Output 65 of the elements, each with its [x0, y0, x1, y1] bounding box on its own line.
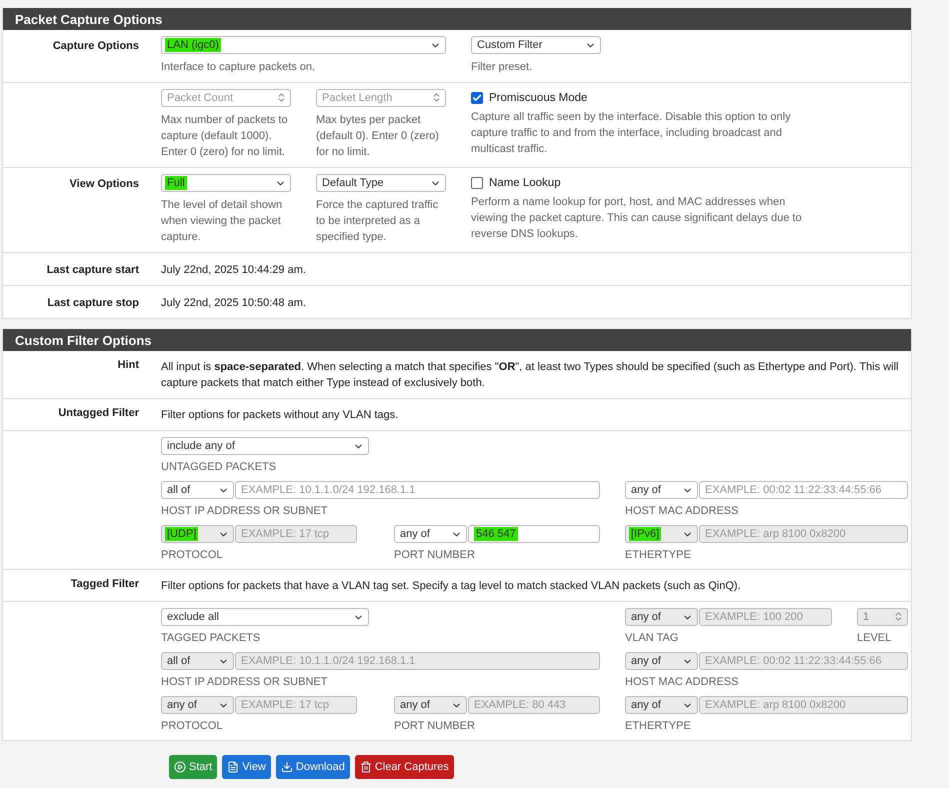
field-caption: HOST MAC ADDRESS	[625, 505, 740, 517]
row-label: Tagged Filter	[70, 577, 140, 592]
row-label: Last capture start	[46, 263, 140, 276]
field-caption: PORT NUMBER	[394, 549, 476, 561]
field-caption: ETHERTYPE	[625, 549, 692, 561]
filter-preset-dropdown[interactable]: Custom Filter	[471, 36, 601, 54]
row-label: Last capture stop	[46, 296, 140, 309]
field-caption: HOST IP ADDRESS OR SUBNET	[161, 505, 328, 517]
help-text: Interface to capture packets on.	[161, 60, 316, 75]
view-button[interactable]: View	[222, 755, 271, 779]
type-dropdown[interactable]: Default Type	[316, 174, 446, 192]
field-caption: PROTOCOL	[161, 549, 224, 561]
row-value: July 22nd, 2025 10:44:29 am.	[161, 263, 307, 276]
help-text: Perform a name lookup for port, host, and MAC addresses when viewing the packet capture. This can cause significant delays due to reverse DNS lookups.	[471, 195, 803, 242]
checkbox-label: Name Lookup	[489, 177, 561, 189]
play-icon	[174, 761, 186, 773]
download-button[interactable]: Download	[276, 755, 350, 779]
field-caption: TAGGED PACKETS	[161, 632, 262, 644]
section-description: Filter options for packets that have a VLAN tag set. Specify a tag level to match stacked VLAN packets (such as QinQ).	[161, 579, 742, 594]
field-caption: LEVEL	[857, 632, 892, 644]
row-label: Hint	[116, 358, 140, 373]
interface-dropdown[interactable]: LAN (igc0)	[161, 36, 446, 54]
checkbox-label: Promiscuous Mode	[489, 92, 588, 104]
field-caption: UNTAGGED PACKETS	[161, 461, 278, 473]
port-field[interactable]: 546 547	[468, 525, 600, 543]
section-description: Filter options for packets without any VLAN tags.	[161, 408, 400, 423]
field-caption: PORT NUMBER	[394, 720, 476, 732]
clear-button[interactable]: Clear Captures	[354, 755, 454, 779]
packets-dropdown[interactable]: include any of	[161, 437, 369, 455]
help-text: Capture all traffic seen by the interface. Disable this option to only capture traffic to and from the interface, including broadcast and multicast traffic.	[471, 110, 792, 157]
help-text: Max number of packets to capture (default 1000). Enter 0 (zero) for no limit.	[161, 113, 289, 160]
mac-address-field[interactable]: EXAMPLE: 00:02 11:22:33:44:55:66	[699, 481, 908, 499]
panel-title: Custom Filter Options	[3, 329, 911, 351]
help-text: The level of detail shown when viewing the packet capture.	[161, 198, 284, 245]
download-icon	[280, 761, 293, 773]
match-dropdown[interactable]: any of	[625, 481, 698, 499]
number-field[interactable]: Packet Length	[316, 89, 446, 107]
host-address-field[interactable]: EXAMPLE: 10.1.1.0/24 192.168.1.1	[235, 481, 600, 499]
match-dropdown[interactable]: any of	[394, 525, 467, 543]
row-label: Untagged Filter	[57, 406, 140, 421]
row-label: Capture Options	[52, 39, 140, 54]
number-field[interactable]: Packet Count	[161, 89, 291, 107]
trash-icon	[360, 761, 372, 773]
field-caption: ETHERTYPE	[625, 720, 692, 732]
spinner-icon	[431, 92, 442, 103]
help-text: Force the captured traffic to be interpreted as a specified type.	[316, 198, 440, 245]
field-caption: HOST IP ADDRESS OR SUBNET	[161, 676, 328, 688]
field-caption: HOST MAC ADDRESS	[625, 676, 740, 688]
help-text: Max bytes per packet (default 0). Enter 0 (zero) for no limit.	[316, 113, 440, 160]
checkbox[interactable]	[471, 177, 483, 189]
row-value: July 22nd, 2025 10:50:48 am.	[161, 296, 307, 309]
row-label: View Options	[68, 177, 140, 192]
spinner-icon	[276, 92, 287, 103]
spinner-icon	[893, 611, 904, 622]
document-icon	[227, 761, 240, 773]
checkbox[interactable]	[471, 92, 483, 104]
field-caption: VLAN TAG	[625, 632, 680, 644]
help-text: Filter preset.	[471, 60, 534, 75]
hint-text: All input is space-separated. When selecting a match that specifies "OR", at least two Types should be specified (such as Ethertype and Port). This will capture packets that match either Type instead of exclusively both.	[161, 360, 900, 391]
field-caption: PROTOCOL	[161, 720, 224, 732]
match-dropdown[interactable]: all of	[161, 481, 234, 499]
panel-title: Packet Capture Options	[3, 8, 911, 30]
start-button[interactable]: Start	[169, 755, 218, 779]
packets-dropdown[interactable]: exclude all	[161, 608, 369, 626]
view-dropdown[interactable]: Full	[161, 174, 291, 192]
